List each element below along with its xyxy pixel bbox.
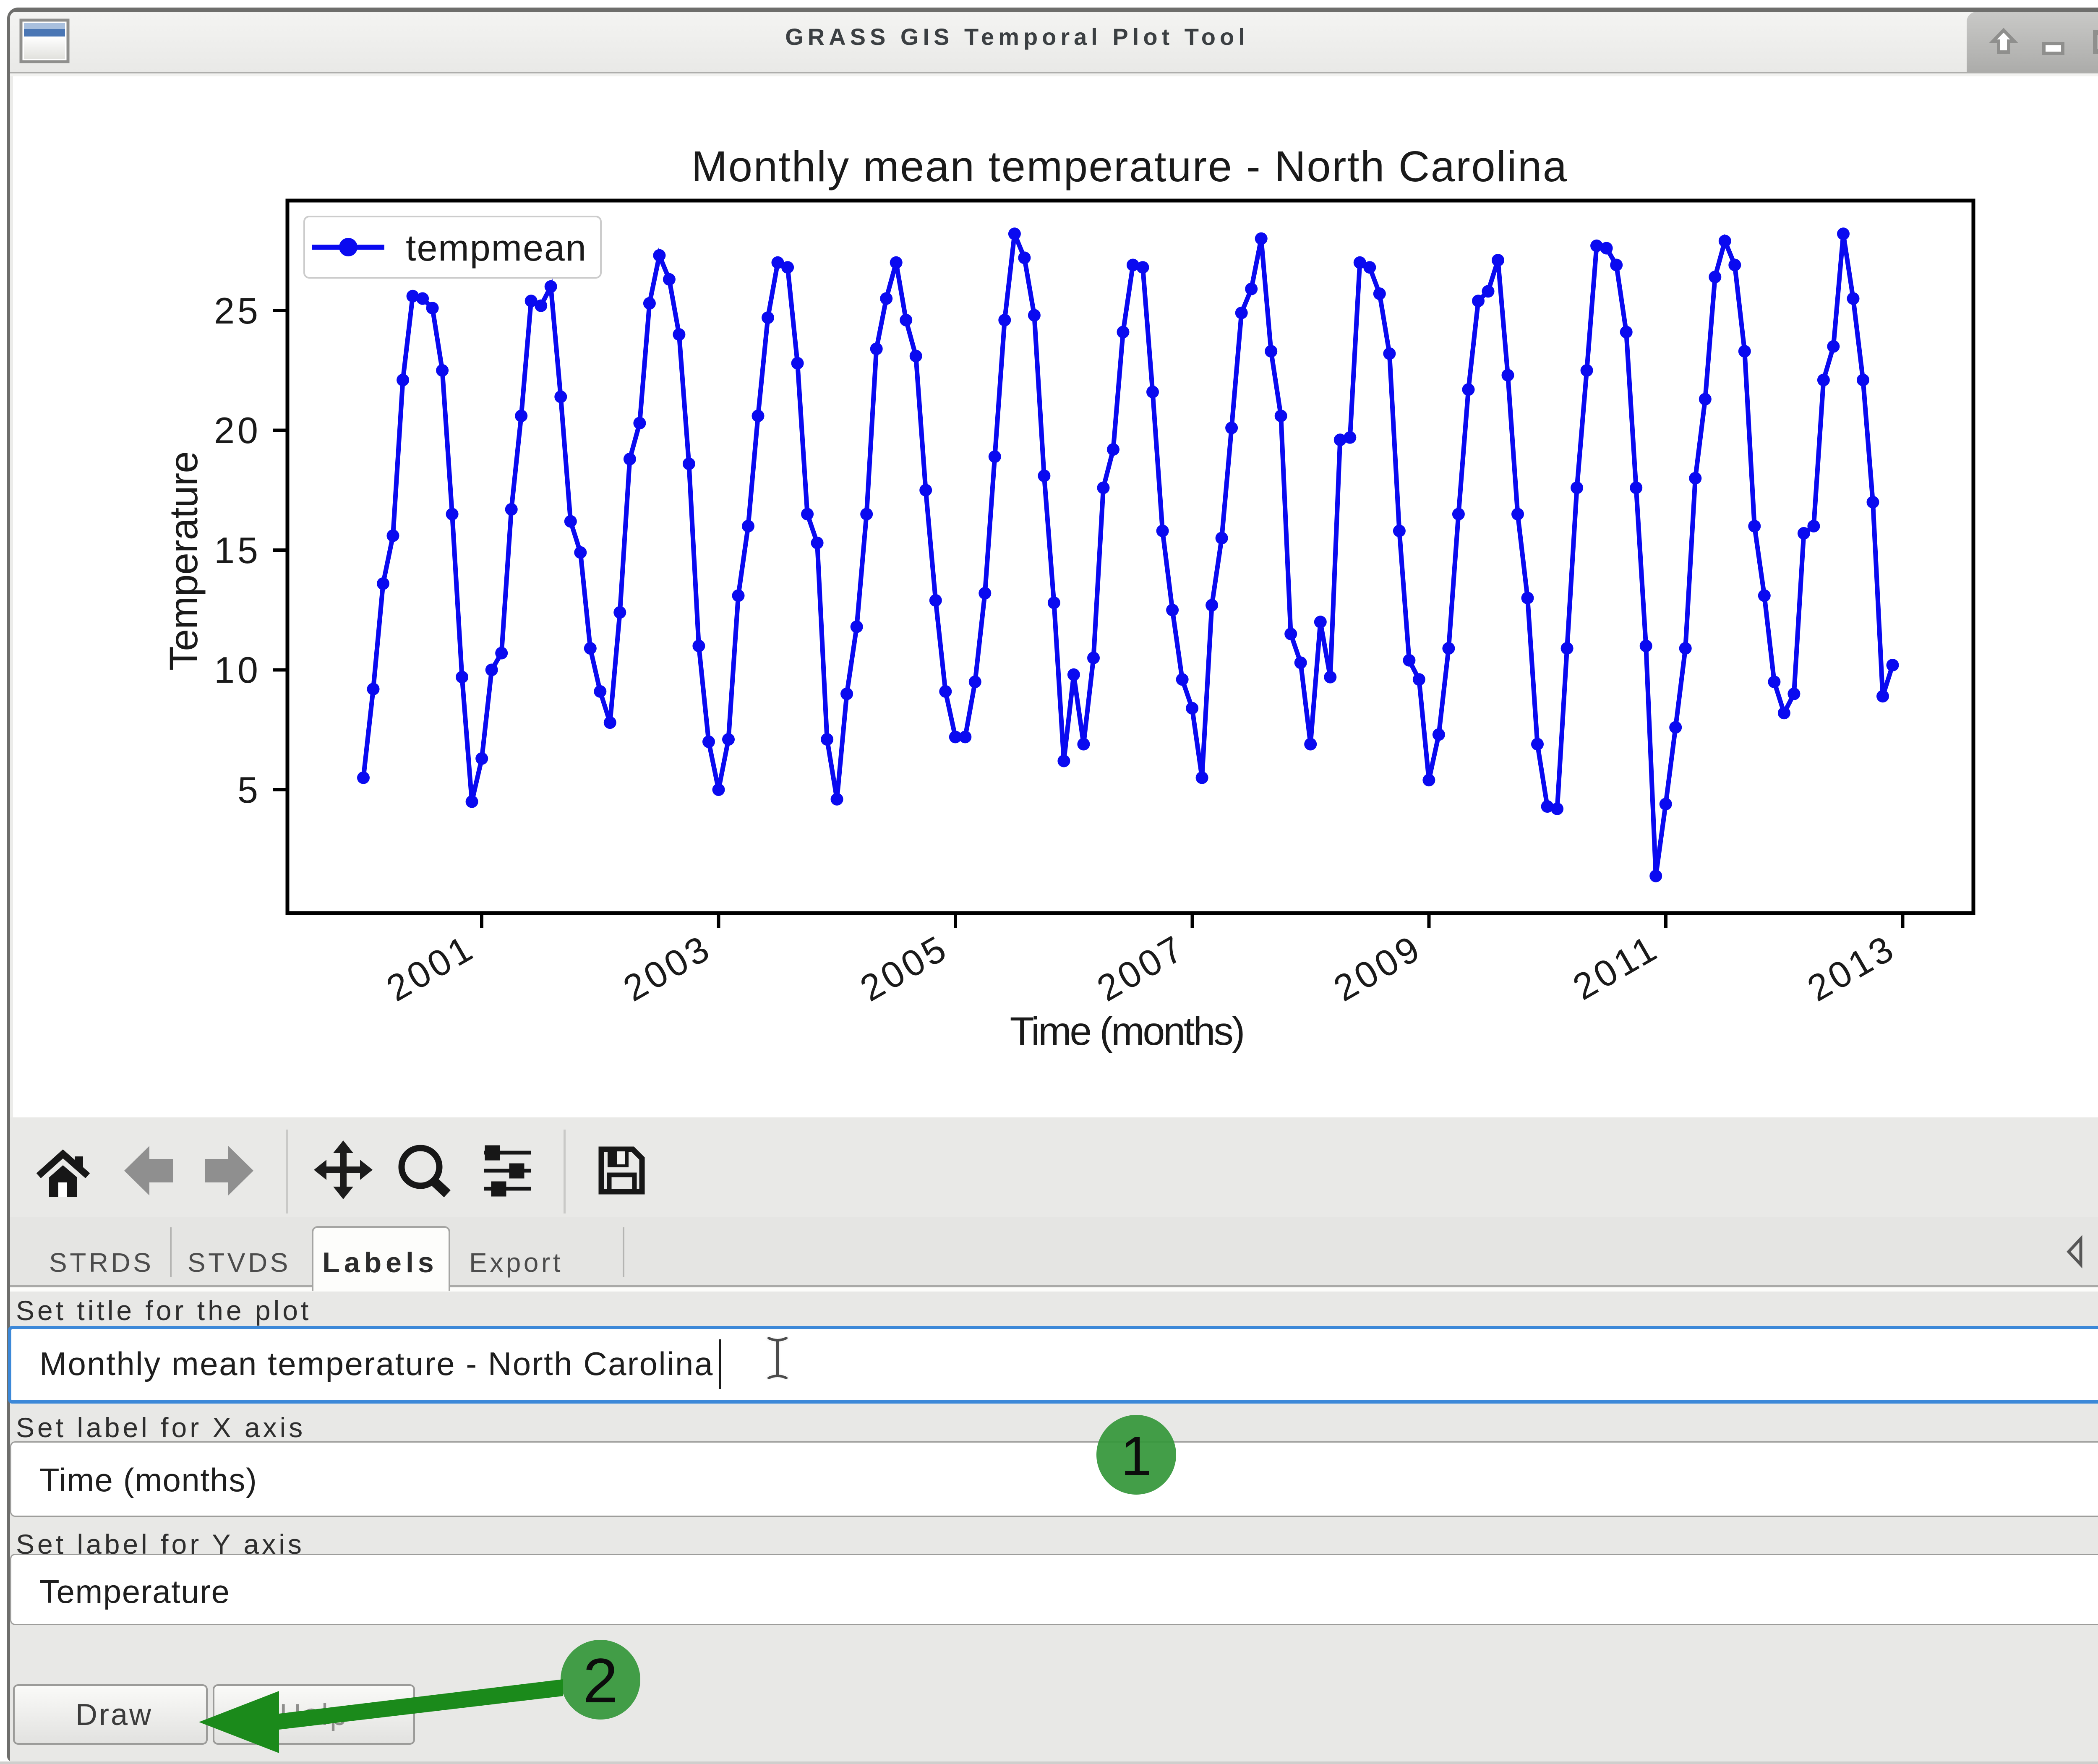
svg-text:Time (months): Time (months) <box>1010 1009 1244 1054</box>
svg-text:Temperature: Temperature <box>162 451 206 671</box>
svg-text:10: 10 <box>214 649 261 691</box>
svg-text:15: 15 <box>214 530 261 571</box>
svg-text:2005: 2005 <box>853 926 955 1010</box>
svg-text:2003: 2003 <box>616 926 718 1010</box>
svg-text:5: 5 <box>237 769 261 811</box>
svg-text:2: 2 <box>583 1645 618 1716</box>
svg-text:2009: 2009 <box>1327 926 1429 1010</box>
svg-text:25: 25 <box>214 290 261 331</box>
svg-text:2013: 2013 <box>1801 926 1902 1010</box>
svg-text:2007: 2007 <box>1090 926 1192 1010</box>
svg-text:tempmean: tempmean <box>406 227 587 269</box>
svg-text:20: 20 <box>214 410 261 451</box>
svg-text:2011: 2011 <box>1566 926 1666 1008</box>
svg-text:Monthly mean temperature - Nor: Monthly mean temperature - North Carolin… <box>692 142 1568 190</box>
svg-text:1: 1 <box>1121 1425 1151 1487</box>
svg-text:2001: 2001 <box>379 926 481 1010</box>
